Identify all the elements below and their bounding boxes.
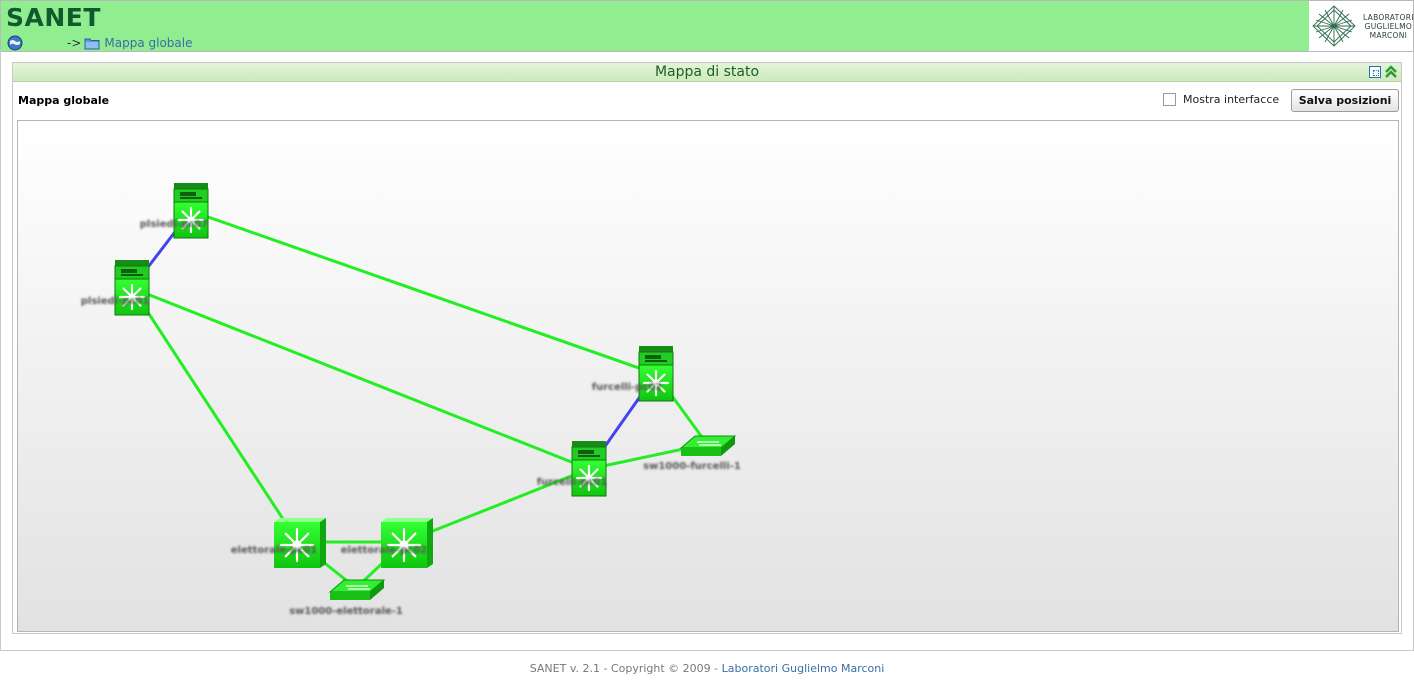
show-interfaces-label: Mostra interfacce	[1183, 93, 1280, 106]
network-map-svg: plsiedi-pc07 plsiedi-pc01 furcelli-pc02 fur…	[81, 183, 741, 617]
node-label: furcelli-pc01	[537, 477, 608, 488]
node-label: furcelli-pc02	[592, 382, 663, 393]
map-name-label: Mappa globale	[18, 94, 110, 107]
node-switch-icon[interactable]	[328, 579, 386, 600]
header-bar: SANET -> Mappa globale LABORATORI GUGLIE	[0, 0, 1414, 52]
breadcrumb: -> Mappa globale	[7, 35, 192, 51]
node-l3switch-icon[interactable]	[381, 518, 433, 568]
show-interfaces-toggle[interactable]: Mostra interfacce	[1163, 93, 1279, 106]
panel-header: Mappa di stato	[13, 63, 1401, 82]
link-n1-n3	[190, 209, 657, 376]
link-n2-n5	[130, 287, 300, 543]
panel-title: Mappa di stato	[654, 64, 760, 80]
footer: SANET v. 2.1 - Copyright © 2009 - Labora…	[0, 662, 1414, 675]
node-switch-icon[interactable]	[679, 435, 737, 456]
node-label: sw1000-elettorale-1	[289, 606, 403, 617]
node-label: elettorale-pc01	[231, 545, 318, 556]
breadcrumb-separator: ->	[67, 36, 82, 50]
logo-line-2: GUGLIELMO	[1364, 22, 1413, 31]
globe-icon[interactable]	[7, 35, 23, 51]
footer-divider	[0, 650, 1414, 651]
folder-icon	[84, 38, 100, 49]
link-n2-n4	[131, 286, 590, 471]
footer-company-link[interactable]: Laboratori Guglielmo Marconi	[722, 662, 885, 675]
page-border-left	[0, 50, 1, 650]
node-label: sw1000-furcelli-1	[643, 461, 741, 472]
show-interfaces-checkbox[interactable]	[1163, 93, 1176, 106]
node-l3switch-icon[interactable]	[274, 518, 326, 568]
collapse-chevron-icon[interactable]	[1383, 64, 1399, 80]
company-logo: LABORATORI GUGLIELMO MARCONI	[1309, 1, 1413, 51]
logo-line-3: MARCONI	[1369, 31, 1408, 40]
breadcrumb-current-link[interactable]: Mappa globale	[104, 36, 192, 50]
network-map-canvas[interactable]: plsiedi-pc07 plsiedi-pc01 furcelli-pc02 fur…	[17, 120, 1399, 632]
node-label: plsiedi-pc07	[140, 219, 209, 230]
status-map-panel: Mappa di stato Mappa globale Mostra inte…	[12, 62, 1402, 634]
node-label: elettorale-pc02	[341, 545, 428, 556]
app-title: SANET	[6, 3, 101, 32]
node-label: plsiedi-pc01	[81, 296, 150, 307]
logo-mark-icon	[1312, 5, 1356, 47]
save-positions-button[interactable]: Salva posizioni	[1291, 89, 1399, 112]
logo-text: LABORATORI GUGLIELMO MARCONI	[1363, 13, 1414, 40]
fullscreen-icon[interactable]	[1369, 66, 1381, 78]
logo-line-1: LABORATORI	[1363, 13, 1414, 22]
footer-copyright: SANET v. 2.1 - Copyright © 2009 -	[529, 662, 719, 675]
